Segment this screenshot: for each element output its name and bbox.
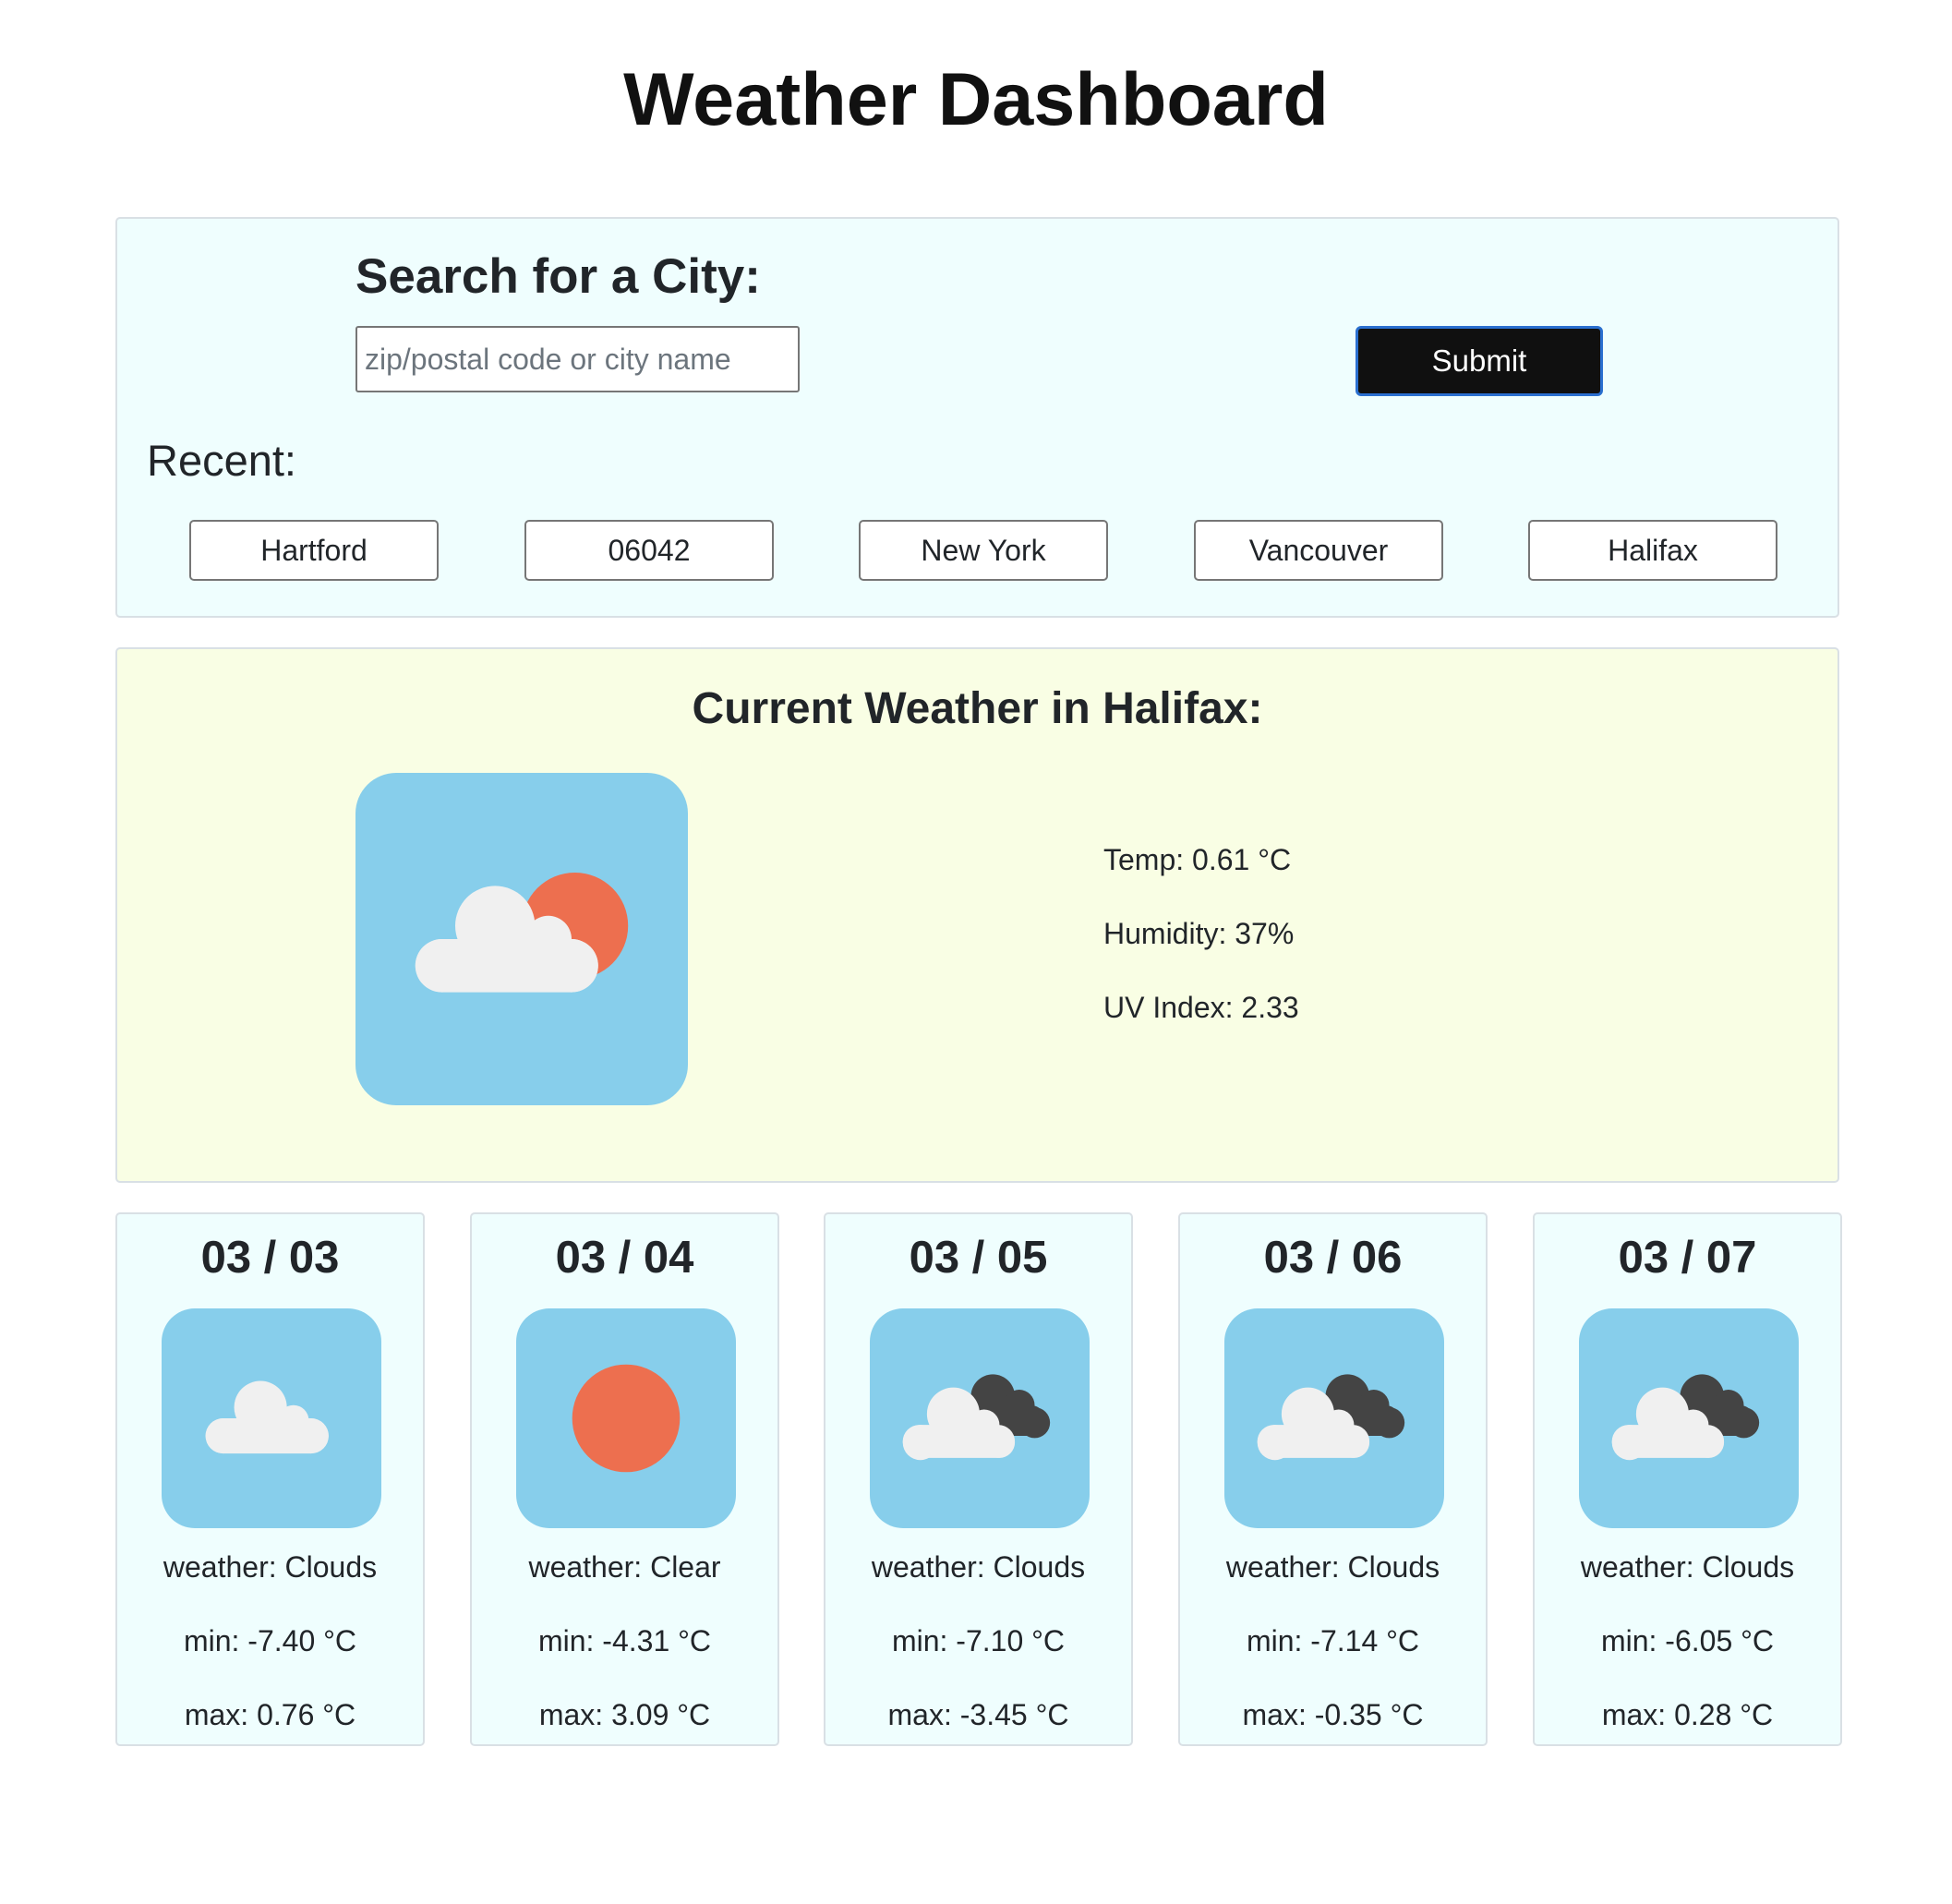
sun-icon (516, 1308, 736, 1528)
search-input[interactable] (355, 326, 800, 392)
forecast-min: min: -4.31 °C (537, 1624, 712, 1657)
current-weather-heading: Current Weather in Halifax: (692, 684, 1263, 733)
recent-button-new-york[interactable]: New York (859, 520, 1108, 581)
search-heading: Search for a City: (355, 249, 761, 304)
cloud-icon (162, 1308, 381, 1528)
current-temp: Temp: 0.61 °C (1103, 843, 1292, 876)
forecast-card: 03 / 07 weather: Clouds min: -6.05 °C ma… (1533, 1212, 1842, 1746)
forecast-card: 03 / 04 weather: Clear min: -4.31 °C max… (470, 1212, 779, 1746)
recent-heading: Recent: (147, 436, 296, 485)
submit-button[interactable]: Submit (1356, 326, 1603, 396)
forecast-date: 03 / 06 (1263, 1233, 1403, 1283)
forecast-max: max: 0.76 °C (184, 1698, 356, 1731)
forecast-min: min: -7.10 °C (891, 1624, 1066, 1657)
forecast-date: 03 / 05 (909, 1233, 1048, 1283)
recent-button-halifax[interactable]: Halifax (1528, 520, 1777, 581)
forecast-card: 03 / 06 weather: Clouds min: -7.14 °C ma… (1178, 1212, 1488, 1746)
forecast-card: 03 / 03 weather: Clouds min: -7.40 °C ma… (115, 1212, 425, 1746)
forecast-card: 03 / 05 weather: Clouds min: -7.10 °C ma… (824, 1212, 1133, 1746)
broken-clouds-icon (870, 1308, 1090, 1528)
current-weather-details: Temp: 0.61 °C Humidity: 37% UV Index: 2.… (1103, 841, 1299, 1063)
broken-clouds-icon (1224, 1308, 1444, 1528)
forecast-date: 03 / 04 (555, 1233, 694, 1283)
forecast-max: max: -3.45 °C (887, 1698, 1069, 1731)
forecast-weather: weather: Clouds (1225, 1550, 1440, 1584)
broken-clouds-icon (1579, 1308, 1799, 1528)
forecast-min: min: -7.40 °C (183, 1624, 357, 1657)
current-weather-panel: Current Weather in Halifax: Temp: 0.61 °… (115, 647, 1839, 1183)
current-uv-index: UV Index: 2.33 (1103, 991, 1299, 1024)
search-panel: Search for a City: Submit Recent: Hartfo… (115, 217, 1839, 618)
recent-button-06042[interactable]: 06042 (524, 520, 774, 581)
forecast-weather: weather: Clear (528, 1550, 721, 1584)
forecast-date: 03 / 03 (200, 1233, 340, 1283)
forecast-weather: weather: Clouds (163, 1550, 378, 1584)
forecast-max: max: 3.09 °C (538, 1698, 711, 1731)
forecast-weather: weather: Clouds (871, 1550, 1086, 1584)
forecast-weather: weather: Clouds (1580, 1550, 1795, 1584)
recent-button-vancouver[interactable]: Vancouver (1194, 520, 1443, 581)
forecast-min: min: -7.14 °C (1246, 1624, 1420, 1657)
forecast-max: max: -0.35 °C (1242, 1698, 1424, 1731)
current-humidity: Humidity: 37% (1103, 917, 1295, 950)
partly-cloudy-icon (355, 773, 688, 1105)
page-title: Weather Dashboard (623, 58, 1329, 141)
forecast-date: 03 / 07 (1618, 1233, 1757, 1283)
recent-list: Hartford 06042 New York Vancouver Halifa… (117, 520, 1838, 581)
forecast-min: min: -6.05 °C (1600, 1624, 1775, 1657)
forecast-max: max: 0.28 °C (1601, 1698, 1774, 1731)
recent-button-hartford[interactable]: Hartford (189, 520, 439, 581)
